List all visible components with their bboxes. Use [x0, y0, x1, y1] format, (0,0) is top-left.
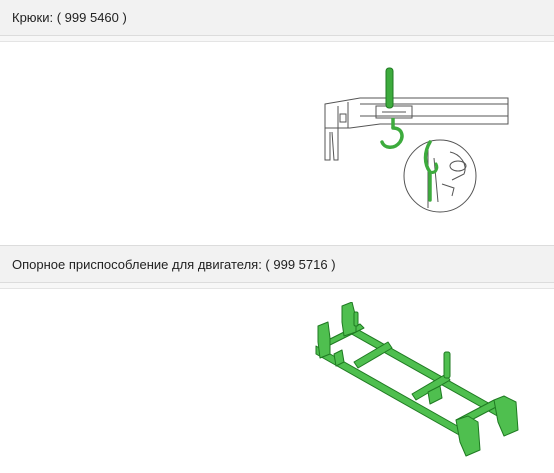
section-divider	[0, 36, 554, 42]
section-header-hooks: Крюки: ( 999 5460 )	[0, 0, 554, 36]
section-divider	[0, 283, 554, 289]
section-header-engine-support: Опорное приспособление для двигателя: ( …	[0, 245, 554, 283]
engine-support-illustration	[315, 302, 519, 457]
section-title: Крюки: ( 999 5460 )	[12, 10, 127, 25]
hooks-illustration	[324, 67, 509, 213]
section-title: Опорное приспособление для двигателя: ( …	[12, 256, 336, 272]
